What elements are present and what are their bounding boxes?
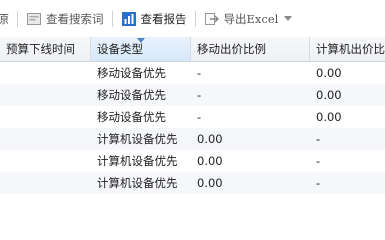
restore-label: 还原 — [0, 11, 9, 26]
bar-chart-icon — [121, 11, 137, 27]
table-header: 预算下线时间 设备类型 移动出价比例 计算机出价比 — [0, 37, 385, 62]
cell-computer-bid-ratio: 0.00 — [316, 88, 342, 102]
toolbar: 还原 查看搜索词 查看报告 — [0, 0, 385, 38]
table-row[interactable]: 计算机设备优先 0.00 - — [0, 128, 385, 150]
cell-budget-offline-time — [0, 150, 91, 172]
cell-mobile-bid-ratio: 0.00 — [197, 176, 223, 190]
cell-device-type: 移动设备优先 — [97, 66, 166, 80]
column-header-computer-bid-ratio[interactable]: 计算机出价比 — [310, 37, 385, 61]
cell-device-type: 计算机设备优先 — [97, 154, 178, 168]
cell-device-type: 计算机设备优先 — [97, 132, 178, 146]
cell-mobile-bid-ratio: - — [197, 110, 202, 124]
cell-device-type: 移动设备优先 — [97, 88, 166, 102]
cell-computer-bid-ratio: - — [316, 132, 321, 146]
cell-computer-bid-ratio: 0.00 — [316, 66, 342, 80]
cell-computer-bid-ratio: 0.00 — [316, 110, 342, 124]
table-row[interactable]: 移动设备优先 - 0.00 — [0, 84, 385, 106]
table-row[interactable]: 计算机设备优先 0.00 - — [0, 150, 385, 172]
export-icon — [204, 11, 220, 27]
cell-budget-offline-time — [0, 128, 91, 150]
cell-mobile-bid-ratio: 0.00 — [197, 154, 223, 168]
caret-down-icon[interactable] — [284, 16, 293, 21]
table-row[interactable]: 计算机设备优先 0.00 - — [0, 172, 385, 194]
column-header-device-type[interactable]: 设备类型 — [91, 37, 191, 61]
cell-budget-offline-time — [0, 62, 91, 84]
cell-computer-bid-ratio: - — [316, 154, 321, 168]
view-report-label: 查看报告 — [140, 11, 187, 26]
column-header-budget-offline-time[interactable]: 预算下线时间 — [0, 37, 91, 61]
column-header-device-type-label: 设备类型 — [97, 42, 143, 56]
cell-device-type: 移动设备优先 — [97, 110, 166, 124]
restore-button[interactable]: 还原 — [0, 7, 9, 31]
toolbar-divider — [17, 10, 18, 27]
cell-mobile-bid-ratio: - — [197, 66, 202, 80]
cell-mobile-bid-ratio: 0.00 — [197, 132, 223, 146]
column-header-mobile-bid-ratio[interactable]: 移动出价比例 — [191, 37, 310, 61]
cell-budget-offline-time — [0, 84, 91, 106]
toolbar-divider — [194, 10, 196, 27]
view-search-terms-button[interactable]: 查看搜索词 — [26, 7, 104, 31]
table-row[interactable]: 移动设备优先 - 0.00 — [0, 106, 385, 128]
cell-budget-offline-time — [0, 172, 91, 194]
sort-down-icon — [136, 38, 145, 43]
export-excel-label: 导出Excel — [223, 11, 279, 26]
view-report-button[interactable]: 查看报告 — [121, 7, 187, 31]
cell-mobile-bid-ratio: - — [197, 88, 202, 102]
table-row[interactable]: 移动设备优先 - 0.00 — [0, 62, 385, 84]
toolbar-divider — [111, 10, 113, 27]
view-search-terms-label: 查看搜索词 — [46, 11, 104, 26]
export-excel-button[interactable]: 导出Excel — [204, 7, 293, 31]
cell-device-type: 计算机设备优先 — [97, 176, 178, 190]
cell-budget-offline-time — [0, 106, 91, 128]
search-terms-icon — [26, 11, 42, 27]
cell-computer-bid-ratio: - — [316, 176, 321, 190]
